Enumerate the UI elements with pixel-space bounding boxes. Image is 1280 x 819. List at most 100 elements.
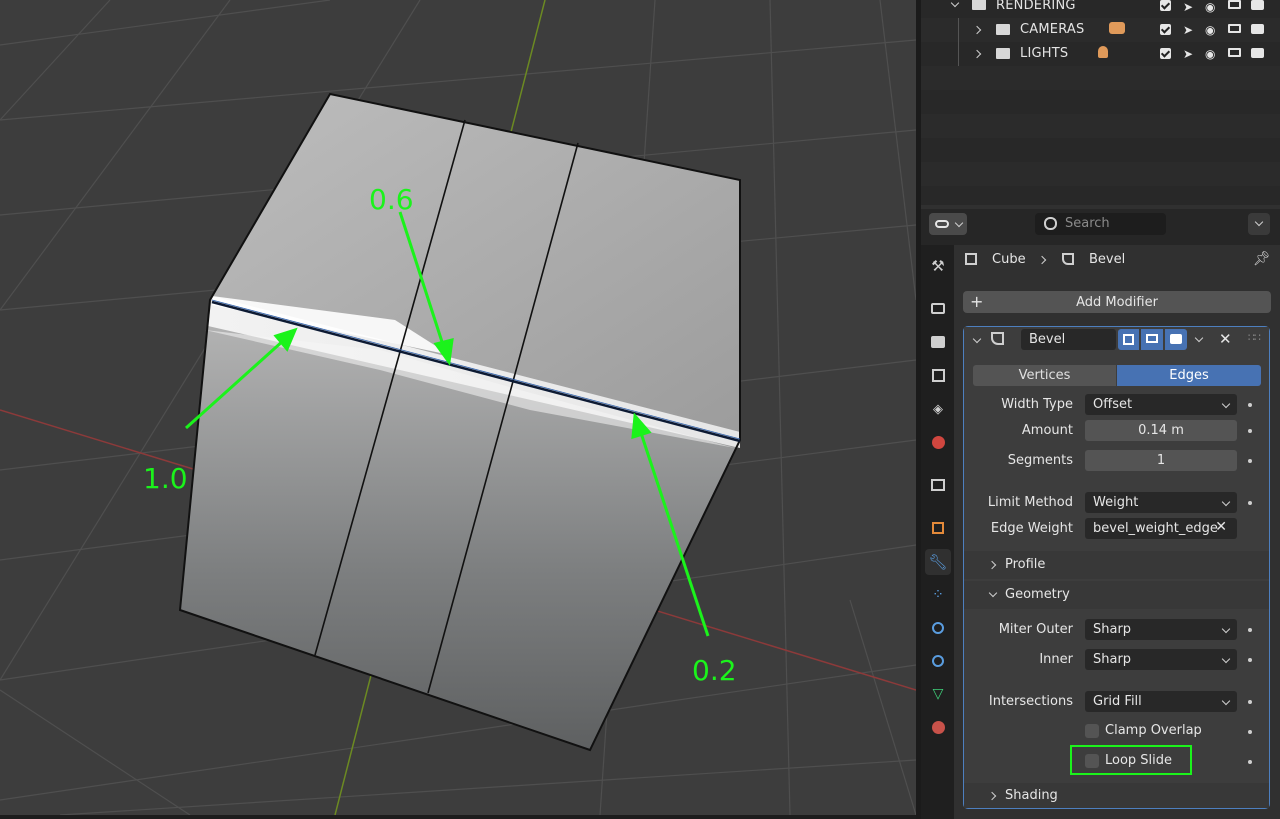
tab-output[interactable] [925,329,951,355]
pin-icon[interactable]: 📌︎ [1253,251,1271,267]
eye-icon[interactable]: ◉ [1205,23,1215,37]
shading-subpanel-header[interactable]: Shading [964,783,1269,808]
chevron-right-icon[interactable] [972,49,982,59]
options-dropdown[interactable] [1248,213,1270,235]
viewport-toggle[interactable] [1141,329,1163,350]
miter-outer-label: Miter Outer [998,622,1073,637]
keyframe-dot-icon[interactable] [1248,429,1252,433]
restriction-toggles: ➤ ◉ ➤ ◉ ➤ ◉ [1154,0,1274,66]
checkbox-icon[interactable] [1160,24,1171,35]
search-input[interactable]: Search [1035,213,1166,235]
edit-mode-toggle[interactable] [1118,329,1139,350]
edge-weight-field[interactable]: bevel_weight_edge ✕ [1085,518,1237,539]
keyframe-dot-icon[interactable] [1248,730,1252,734]
collection-icon [931,479,945,491]
keyframe-dot-icon[interactable] [1248,459,1252,463]
editor-type-button[interactable] [929,213,967,235]
tab-material[interactable] [925,714,951,740]
add-modifier-label: Add Modifier [1076,294,1158,310]
geometry-subpanel-header[interactable]: Geometry [964,581,1269,609]
intersections-label: Intersections [988,694,1073,709]
inner-value: Sharp [1093,652,1132,667]
limit-method-dropdown[interactable]: Weight [1085,492,1237,513]
physics-icon [932,622,944,634]
camera-icon[interactable] [1251,0,1264,10]
constraint-icon [929,652,947,670]
keyframe-dot-icon[interactable] [1248,501,1252,505]
add-modifier-button[interactable]: + Add Modifier [963,291,1271,313]
tool-icon: ⚒ [931,257,945,275]
tab-physics[interactable] [925,615,951,641]
drag-handle-icon[interactable]: ∷∷ [1248,331,1261,344]
plus-icon: + [970,292,984,311]
tab-scene[interactable]: ◈ [925,396,951,422]
modifier-name-field[interactable]: Bevel [1021,329,1116,350]
annotation-label-right: 0.2 [692,654,737,687]
tab-world[interactable] [925,429,951,455]
printer-icon [931,336,945,348]
light-data-icon[interactable] [1098,46,1108,58]
render-icon [931,302,945,314]
inner-dropdown[interactable]: Sharp [1085,649,1237,670]
tab-view-layer[interactable] [925,362,951,388]
tab-tool[interactable]: ⚒ [925,253,951,279]
camera-data-icon[interactable] [1109,22,1125,34]
camera-icon[interactable] [1251,24,1264,34]
width-type-dropdown[interactable]: Offset [1085,394,1237,415]
eye-icon[interactable]: ◉ [1205,0,1215,14]
render-toggle[interactable] [1165,329,1187,350]
tab-collection[interactable] [925,472,951,498]
loop-slide-checkbox[interactable] [1085,754,1099,768]
bevel-icon [1062,253,1074,265]
amount-field[interactable]: 0.14 m [1085,420,1237,441]
tab-object[interactable] [925,515,951,541]
checkbox-icon[interactable] [1160,48,1171,59]
tab-render[interactable] [925,295,951,321]
tab-particles[interactable]: ⁘ [925,582,951,608]
collection-label: CAMERAS [1020,22,1085,37]
keyframe-dot-icon[interactable] [1248,700,1252,704]
tab-constraints[interactable] [925,648,951,674]
monitor-icon[interactable] [1228,48,1241,57]
monitor-icon[interactable] [1228,24,1241,33]
chevron-right-icon[interactable] [972,25,982,35]
3d-viewport[interactable]: 0.6 1.0 0.2 [0,0,916,815]
search-icon [1044,217,1057,230]
camera-icon[interactable] [1251,48,1264,58]
world-icon [931,435,945,449]
select-arrow-icon[interactable]: ➤ [1183,47,1193,61]
keyframe-dot-icon[interactable] [1248,658,1252,662]
viewport-scene [0,0,916,815]
select-arrow-icon[interactable]: ➤ [1183,23,1193,37]
chevron-right-icon [987,791,997,801]
close-icon[interactable]: ✕ [1215,519,1227,535]
outliner[interactable]: RENDERING CAMERAS LIGHTS ➤ ◉ ➤ ◉ ➤ ◉ [921,0,1280,205]
miter-outer-dropdown[interactable]: Sharp [1085,619,1237,640]
chevron-down-icon[interactable] [950,0,960,8]
chevron-down-icon [1221,399,1231,409]
eye-icon[interactable]: ◉ [1205,47,1215,61]
width-type-label: Width Type [1001,397,1073,412]
chevron-right-icon [1037,255,1047,265]
tab-data[interactable]: ▽ [925,681,951,707]
intersections-dropdown[interactable]: Grid Fill [1085,691,1237,712]
monitor-icon[interactable] [1228,0,1241,9]
scene-icon: ◈ [933,401,943,417]
segments-field[interactable]: 1 [1085,450,1237,471]
cube [178,92,741,752]
intersections-value: Grid Fill [1093,694,1142,709]
object-icon [932,522,944,534]
keyframe-dot-icon[interactable] [1248,403,1252,407]
checkbox-icon[interactable] [1160,0,1171,11]
tab-modifiers[interactable]: 🔧︎ [925,549,951,575]
close-icon[interactable]: ✕ [1219,330,1232,348]
clamp-overlap-checkbox[interactable] [1085,724,1099,738]
keyframe-dot-icon[interactable] [1248,628,1252,632]
segments-label: Segments [1007,453,1073,468]
tab-edges[interactable]: Edges [1117,365,1261,386]
profile-subpanel-header[interactable]: Profile [964,551,1269,579]
tab-vertices[interactable]: Vertices [973,365,1116,386]
collection-icon [972,0,986,10]
select-arrow-icon[interactable]: ➤ [1183,0,1193,14]
keyframe-dot-icon[interactable] [1248,760,1252,764]
